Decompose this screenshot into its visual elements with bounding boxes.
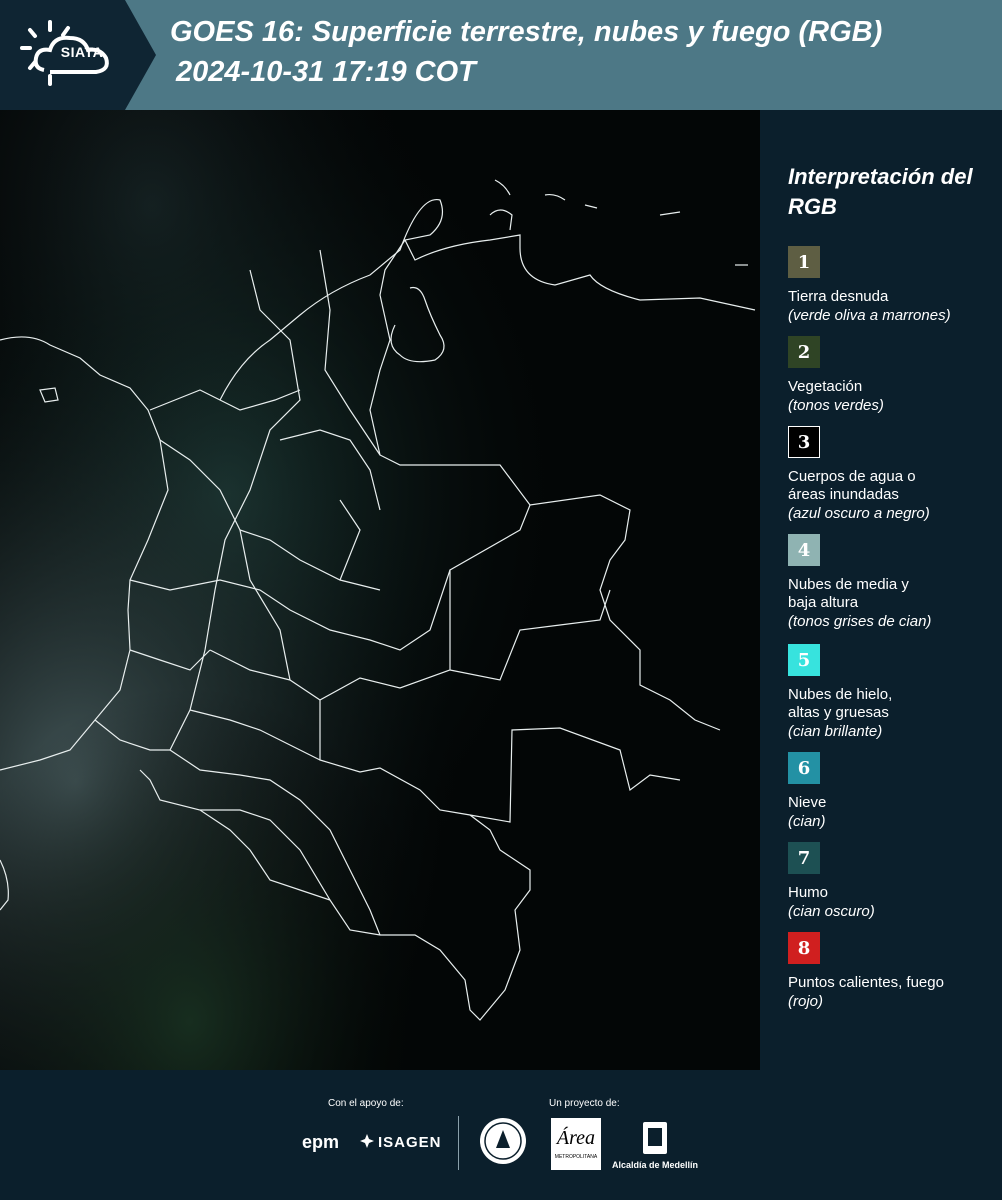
legend-swatch: 3 (788, 426, 820, 458)
legend-swatch: 7 (788, 842, 820, 874)
legend-item-desc: (cian brillante) (788, 723, 883, 740)
siata-logo[interactable]: SIATA (0, 0, 158, 110)
alcaldia-shield-icon[interactable] (641, 1120, 669, 1156)
legend-item-name: Puntos calientes, fuego (788, 974, 944, 991)
legend-item-desc: (tonos verdes) (788, 397, 884, 414)
area-sub-text: METROPOLITANA (554, 1154, 598, 1160)
legend-item-desc: (cian oscuro) (788, 903, 875, 920)
legend-item-desc: (rojo) (788, 993, 824, 1010)
legend-item-fire: 8 Puntos calientes, fuego (rojo) (788, 932, 998, 1011)
legend-title: Interpretación del RGB (788, 164, 973, 219)
legend-item-name: Nubes de media y baja altura (788, 576, 909, 611)
legend-swatch: 6 (788, 752, 820, 784)
footer: Con el apoyo de: Un proyecto de: epm ISA… (0, 1070, 1002, 1200)
footer-divider (458, 1116, 459, 1170)
area-word-mark: Área (555, 1126, 595, 1149)
legend-item-name: Nieve (788, 794, 827, 811)
isagen-mark-icon (360, 1134, 374, 1148)
legend-item-snow: 6 Nieve (cian) (788, 752, 998, 831)
legend-item-name: Cuerpos de agua o áreas inundadas (788, 468, 916, 503)
legend-item-vegetation: 2 Vegetación (tonos verdes) (788, 336, 998, 415)
project-label: Un proyecto de: (549, 1098, 620, 1109)
legend-item-desc: (cian) (788, 813, 826, 830)
government-seal-icon[interactable] (478, 1116, 528, 1166)
map-canvas (0, 110, 760, 1070)
legend-item-low-clouds: 4 Nubes de media y baja altura (tonos gr… (788, 534, 998, 631)
area-metropolitana-logo[interactable]: Área METROPOLITANA (551, 1118, 601, 1170)
legend-item-ice-clouds: 5 Nubes de hielo, altas y gruesas (cian … (788, 644, 998, 741)
legend-panel: Interpretación del RGB 1 Tierra desnuda … (760, 110, 1002, 1070)
legend-item-name: Nubes de hielo, altas y gruesas (788, 686, 893, 721)
legend-item-name: Humo (788, 884, 829, 901)
legend-swatch: 2 (788, 336, 820, 368)
legend-item-desc: (tonos grises de cian) (788, 613, 932, 630)
logo-text: SIATA (60, 44, 104, 60)
epm-logo[interactable]: epm (302, 1132, 339, 1153)
legend-item-desc: (azul oscuro a negro) (788, 505, 930, 522)
legend-item-name: Vegetación (788, 378, 863, 395)
legend-swatch: 5 (788, 644, 820, 676)
legend-item-desc: (verde oliva a marrones) (788, 307, 951, 324)
legend-item-smoke: 7 Humo (cian oscuro) (788, 842, 998, 921)
legend-item-water: 3 Cuerpos de agua o áreas inundadas (azu… (788, 426, 998, 523)
legend-swatch: 1 (788, 246, 820, 278)
legend-swatch: 4 (788, 534, 820, 566)
isagen-logo[interactable]: ISAGEN (378, 1134, 442, 1151)
header-band: SIATA GOES 16: Superficie terrestre, nub… (0, 0, 1002, 110)
support-label: Con el apoyo de: (328, 1098, 404, 1109)
legend-swatch: 8 (788, 932, 820, 964)
area-word: Área (555, 1126, 595, 1149)
alcaldia-label: Alcaldía de Medellín (612, 1160, 699, 1170)
satellite-map[interactable] (0, 110, 760, 1070)
page-timestamp: 2024-10-31 17:19 COT (176, 56, 476, 88)
legend-item-name: Tierra desnuda (788, 288, 889, 305)
legend-item-bare-soil: 1 Tierra desnuda (verde oliva a marrones… (788, 246, 998, 325)
page-title: GOES 16: Superficie terrestre, nubes y f… (170, 16, 883, 48)
